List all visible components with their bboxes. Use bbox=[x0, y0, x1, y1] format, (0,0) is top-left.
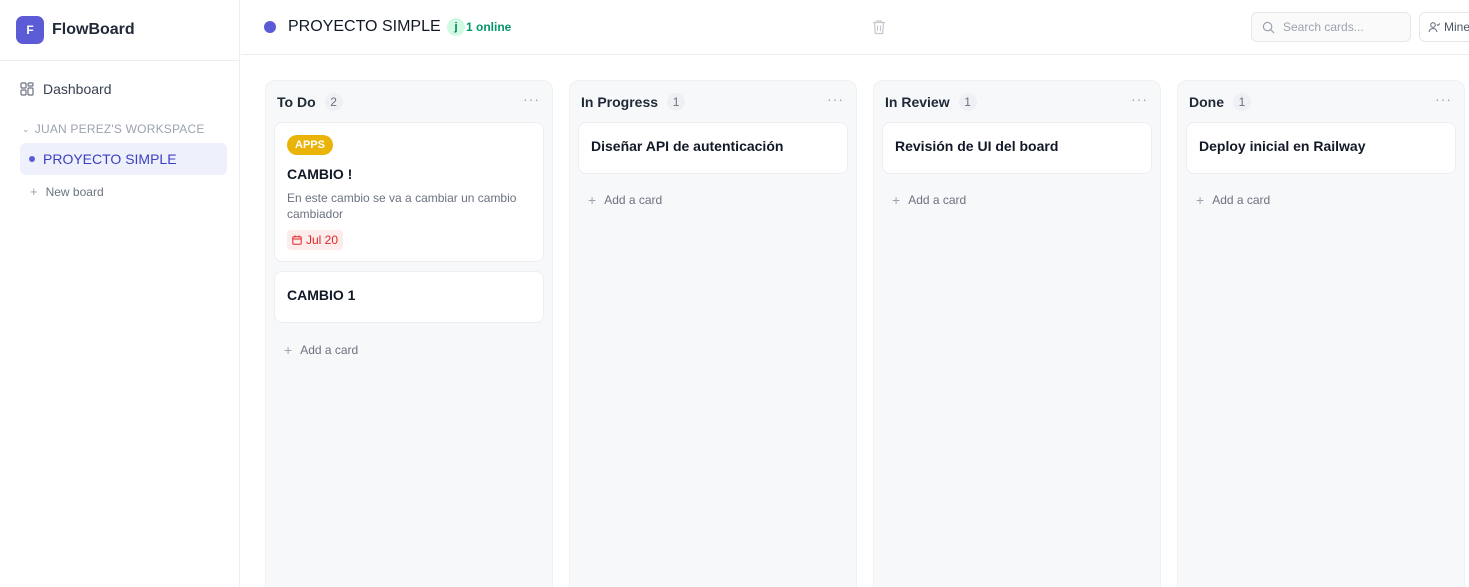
column-count-badge: 2 bbox=[324, 93, 343, 111]
workspace-toggle[interactable]: ⌄ JUAN PEREZ'S WORKSPACE bbox=[22, 122, 205, 136]
column-header: Done 1 bbox=[1189, 93, 1251, 111]
column-header: To Do 2 bbox=[277, 93, 343, 111]
card[interactable]: Revisión de UI del board bbox=[882, 122, 1152, 174]
card[interactable]: Deploy inicial en Railway bbox=[1186, 122, 1456, 174]
search-box[interactable] bbox=[1251, 12, 1411, 42]
calendar-icon bbox=[292, 235, 302, 245]
card-title: Diseñar API de autenticación bbox=[591, 138, 784, 154]
board-color-dot bbox=[29, 156, 35, 162]
add-card-label: Add a card bbox=[908, 193, 967, 207]
brand-logo: F bbox=[16, 16, 44, 44]
search-input[interactable] bbox=[1283, 20, 1393, 34]
add-card-button[interactable]: + Add a card bbox=[588, 192, 662, 208]
add-card-button[interactable]: + Add a card bbox=[284, 342, 358, 358]
sidebar-item-dashboard[interactable]: Dashboard bbox=[20, 78, 112, 100]
plus-icon: + bbox=[30, 184, 38, 199]
due-date-text: Jul 20 bbox=[306, 233, 339, 247]
workspace-name: JUAN PEREZ'S WORKSPACE bbox=[34, 122, 205, 136]
card-title: CAMBIO 1 bbox=[287, 287, 356, 303]
avatar: j bbox=[447, 18, 465, 36]
mine-filter-button[interactable]: Mine bbox=[1419, 12, 1469, 42]
mine-filter-label: Mine bbox=[1444, 20, 1469, 34]
column-title: In Review bbox=[885, 94, 950, 110]
card-title: Revisión de UI del board bbox=[895, 138, 1059, 154]
online-count: 1 online bbox=[466, 20, 512, 34]
search-icon bbox=[1262, 21, 1275, 33]
column-header: In Review 1 bbox=[885, 93, 977, 111]
new-board-label: New board bbox=[45, 184, 104, 199]
column-done: Done 1 ··· Deploy inicial en Railway + A… bbox=[1177, 80, 1465, 587]
add-card-button[interactable]: + Add a card bbox=[1196, 192, 1270, 208]
dashboard-icon bbox=[20, 82, 34, 96]
brand-name: FlowBoard bbox=[52, 21, 135, 38]
page-title: PROYECTO SIMPLE bbox=[288, 18, 441, 35]
card[interactable]: Diseñar API de autenticación bbox=[578, 122, 848, 174]
board-color-dot bbox=[264, 21, 276, 33]
card[interactable]: APPS CAMBIO ! En este cambio se va a cam… bbox=[274, 122, 544, 262]
column-title: In Progress bbox=[581, 94, 659, 110]
column-header: In Progress 1 bbox=[581, 93, 686, 111]
more-icon[interactable]: ··· bbox=[1435, 91, 1452, 107]
online-indicator[interactable]: j 1 online bbox=[447, 17, 511, 37]
chevron-down-icon: ⌄ bbox=[22, 123, 30, 134]
column-count-badge: 1 bbox=[667, 93, 686, 111]
sidebar: F FlowBoard Dashboard ⌄ JUAN PEREZ'S WOR… bbox=[0, 0, 240, 587]
column-title: Done bbox=[1189, 94, 1224, 110]
plus-icon: + bbox=[892, 192, 901, 208]
plus-icon: + bbox=[588, 192, 597, 208]
more-icon[interactable]: ··· bbox=[827, 91, 844, 107]
more-icon[interactable]: ··· bbox=[523, 91, 540, 107]
card-tag: APPS bbox=[287, 135, 333, 155]
add-card-label: Add a card bbox=[1212, 193, 1271, 207]
column-in-progress: In Progress 1 ··· Diseñar API de autenti… bbox=[569, 80, 857, 587]
card[interactable]: CAMBIO 1 bbox=[274, 271, 544, 323]
board-canvas: To Do 2 ··· APPS CAMBIO ! En este cambio… bbox=[241, 56, 1469, 587]
plus-icon: + bbox=[1196, 192, 1205, 208]
column-title: To Do bbox=[277, 94, 316, 110]
user-icon bbox=[1428, 22, 1440, 33]
card-description: En este cambio se va a cambiar un cambio… bbox=[287, 191, 517, 221]
add-card-button[interactable]: + Add a card bbox=[892, 192, 966, 208]
sidebar-board-label: PROYECTO SIMPLE bbox=[43, 151, 177, 167]
sidebar-item-label: Dashboard bbox=[43, 81, 112, 97]
due-date-badge: Jul 20 bbox=[287, 230, 344, 250]
brand[interactable]: F FlowBoard bbox=[0, 0, 239, 61]
column-todo: To Do 2 ··· APPS CAMBIO ! En este cambio… bbox=[265, 80, 553, 587]
sidebar-board-proyecto-simple[interactable]: PROYECTO SIMPLE bbox=[20, 143, 227, 175]
new-board-button[interactable]: + New board bbox=[30, 184, 104, 199]
card-title: Deploy inicial en Railway bbox=[1199, 138, 1366, 154]
column-in-review: In Review 1 ··· Revisión de UI del board… bbox=[873, 80, 1161, 587]
column-count-badge: 1 bbox=[1233, 93, 1251, 111]
trash-icon[interactable] bbox=[872, 19, 886, 35]
board-header: PROYECTO SIMPLE j 1 online Mine bbox=[241, 0, 1469, 55]
add-card-label: Add a card bbox=[604, 193, 663, 207]
plus-icon: + bbox=[284, 342, 293, 358]
column-count-badge: 1 bbox=[958, 93, 977, 111]
card-title: CAMBIO ! bbox=[287, 166, 353, 182]
add-card-label: Add a card bbox=[300, 343, 359, 357]
more-icon[interactable]: ··· bbox=[1131, 91, 1148, 107]
